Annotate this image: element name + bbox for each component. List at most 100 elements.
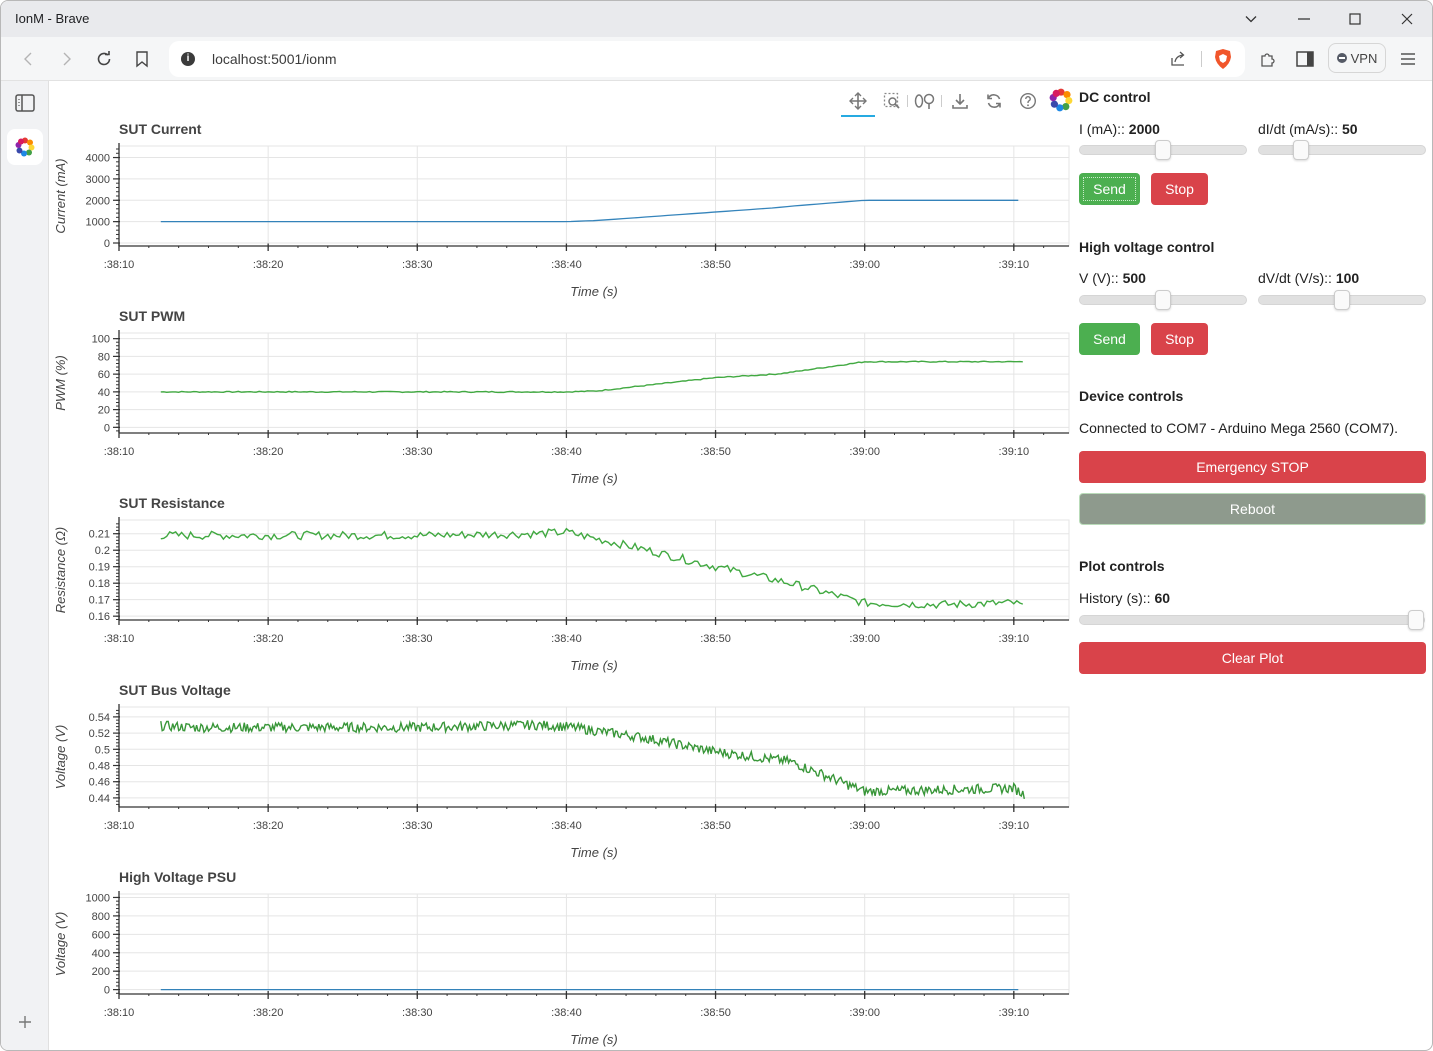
wheel-zoom-tool[interactable] [913, 89, 937, 113]
site-info-icon[interactable]: i [181, 52, 195, 66]
url-text[interactable]: localhost:5001/ionm [212, 51, 337, 67]
plot-high-voltage-psu[interactable]: High Voltage PSU:38:10:38:20:38:30:38:40… [51, 869, 1071, 1051]
minimize-button[interactable] [1280, 1, 1328, 37]
didt-slider[interactable] [1258, 140, 1426, 160]
history-slider[interactable] [1079, 610, 1425, 630]
x-tick-label: :38:30 [402, 820, 433, 832]
x-tick-label: :38:40 [551, 1007, 582, 1019]
x-tick-label: :38:20 [253, 446, 284, 458]
title-bar: IonM - Brave [1, 1, 1432, 37]
clear-plot-button[interactable]: Clear Plot [1079, 642, 1426, 674]
reset-tool[interactable] [982, 89, 1006, 113]
current-value: 2000 [1128, 121, 1160, 137]
voltage-slider[interactable] [1079, 290, 1247, 310]
y-axis-label: Resistance (Ω) [53, 527, 68, 613]
x-tick-label: :39:10 [999, 1007, 1030, 1019]
voltage-label: V (V):: 500 [1079, 270, 1146, 286]
dc-stop-button[interactable]: Stop [1151, 173, 1208, 205]
menu-button[interactable] [1394, 45, 1422, 73]
hv-send-button[interactable]: Send [1079, 323, 1140, 355]
bokeh-logo-icon[interactable] [1049, 88, 1073, 112]
plot-controls-title: Plot controls [1079, 558, 1165, 574]
x-tick-label: :38:10 [104, 633, 135, 645]
address-bar[interactable]: i localhost:5001/ionm [169, 41, 1245, 77]
dc-send-button[interactable]: Send [1079, 173, 1140, 205]
dvdt-label: dV/dt (V/s):: 100 [1258, 270, 1360, 286]
navigation-bar: i localhost:5001/ionm VPN [1, 37, 1432, 81]
plot-sut-bus-voltage[interactable]: SUT Bus Voltage:38:10:38:20:38:30:38:40:… [51, 682, 1071, 869]
y-tick-label: 40 [98, 387, 110, 399]
x-tick-label: :38:50 [700, 1007, 731, 1019]
y-tick-label: 0.54 [89, 712, 110, 724]
x-tick-label: :38:50 [700, 633, 731, 645]
y-axis-label: Voltage (V) [53, 725, 68, 790]
plot-sut-pwm[interactable]: SUT PWM:38:10:38:20:38:30:38:40:38:50:39… [51, 308, 1071, 495]
chart-svg[interactable]: :38:10:38:20:38:30:38:40:38:50:39:00:39:… [51, 495, 1071, 682]
dvdt-slider-handle[interactable] [1334, 290, 1350, 310]
divider [1201, 51, 1202, 67]
sidebar-panel-icon[interactable] [15, 94, 35, 112]
menu-icon [1401, 53, 1415, 65]
plot-sut-resistance[interactable]: SUT Resistance:38:10:38:20:38:30:38:40:3… [51, 495, 1071, 682]
vpn-status-icon [1336, 53, 1347, 63]
share-icon[interactable] [1169, 50, 1187, 68]
reboot-button[interactable]: Reboot [1079, 493, 1426, 525]
pan-tool[interactable] [841, 89, 875, 117]
vpn-button[interactable]: VPN [1328, 43, 1386, 73]
y-axis-label: Current (mA) [53, 158, 68, 233]
y-tick-label: 0.46 [89, 777, 110, 789]
x-tick-label: :39:10 [999, 633, 1030, 645]
y-tick-label: 20 [98, 405, 110, 417]
x-tick-label: :38:50 [700, 446, 731, 458]
maximize-button[interactable] [1331, 1, 1379, 37]
x-tick-label: :39:00 [849, 259, 880, 271]
back-button[interactable] [15, 45, 43, 73]
x-axis-label: Time (s) [570, 471, 618, 486]
y-tick-label: 80 [98, 351, 110, 363]
reset-icon [987, 94, 1001, 108]
forward-button[interactable] [52, 45, 80, 73]
didt-slider-handle[interactable] [1292, 140, 1309, 160]
plot-toolbar [841, 87, 1073, 117]
y-tick-label: 600 [92, 929, 110, 941]
x-tick-label: :38:20 [253, 820, 284, 832]
maximize-icon [1349, 13, 1361, 25]
help-tool[interactable] [1016, 89, 1040, 113]
x-tick-label: :39:00 [849, 1007, 880, 1019]
hv-stop-button[interactable]: Stop [1151, 323, 1208, 355]
y-tick-label: 200 [92, 966, 110, 978]
y-tick-label: 3000 [86, 174, 110, 186]
current-slider-handle[interactable] [1155, 140, 1171, 160]
back-icon [24, 52, 32, 66]
box-zoom-tool[interactable] [880, 89, 904, 113]
brave-shield-icon[interactable] [1213, 48, 1233, 70]
history-slider-handle[interactable] [1408, 610, 1424, 630]
current-slider[interactable] [1079, 140, 1247, 160]
chart-svg[interactable]: :38:10:38:20:38:30:38:40:38:50:39:00:39:… [51, 682, 1071, 869]
pan-icon [849, 92, 867, 110]
tab-search-button[interactable] [1227, 1, 1275, 37]
save-tool[interactable] [948, 89, 972, 113]
y-tick-label: 400 [92, 948, 110, 960]
sidebar-app-ionm[interactable] [7, 129, 43, 165]
chart-svg[interactable]: :38:10:38:20:38:30:38:40:38:50:39:00:39:… [51, 308, 1071, 495]
current-label: I (mA):: 2000 [1079, 121, 1160, 137]
reload-button[interactable] [90, 45, 118, 73]
extensions-button[interactable] [1254, 45, 1282, 73]
dvdt-slider[interactable] [1258, 290, 1426, 310]
x-axis-label: Time (s) [570, 284, 618, 299]
voltage-slider-handle[interactable] [1155, 290, 1171, 310]
hv-control-title: High voltage control [1079, 239, 1215, 255]
chart-svg[interactable]: :38:10:38:20:38:30:38:40:38:50:39:00:39:… [51, 121, 1071, 308]
y-axis-label: PWM (%) [53, 355, 68, 411]
chart-svg[interactable]: :38:10:38:20:38:30:38:40:38:50:39:00:39:… [51, 869, 1071, 1051]
add-icon[interactable] [18, 1015, 32, 1029]
emergency-stop-button[interactable]: Emergency STOP [1079, 451, 1426, 483]
y-tick-label: 0.48 [89, 761, 110, 773]
plot-frame [118, 332, 1070, 434]
plot-sut-current[interactable]: SUT Current:38:10:38:20:38:30:38:40:38:5… [51, 121, 1071, 308]
bookmark-button[interactable] [128, 45, 156, 73]
sidebar-toggle-button[interactable] [1291, 45, 1319, 73]
close-button[interactable] [1383, 1, 1431, 37]
y-tick-label: 0.2 [95, 545, 110, 557]
